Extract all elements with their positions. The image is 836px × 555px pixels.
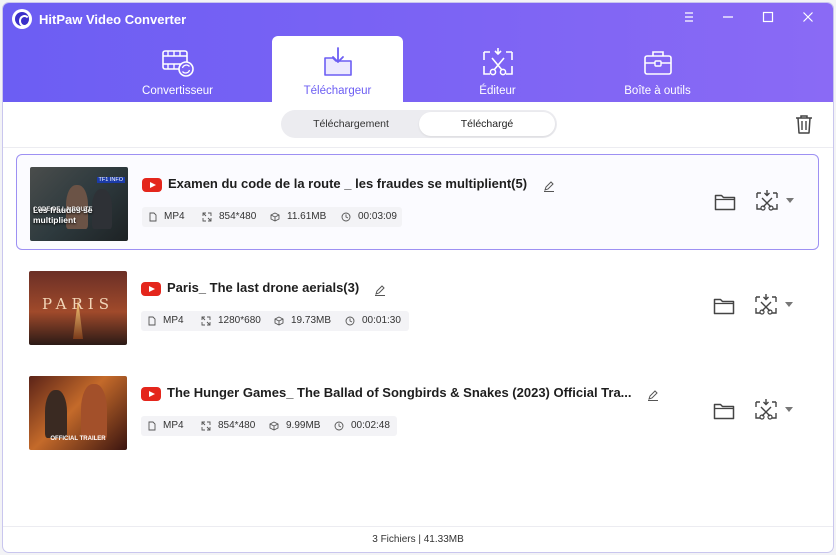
- tab-label: Convertisseur: [142, 85, 213, 97]
- video-resolution: 854*480: [219, 211, 257, 222]
- video-resolution: 1280*680: [218, 315, 261, 326]
- title-bar: HitPaw Video Converter: [3, 3, 833, 35]
- download-folder-icon: [323, 47, 352, 76]
- youtube-icon: [141, 282, 161, 296]
- video-title: Paris_ The last drone aerials(3): [167, 280, 360, 295]
- video-meta: MP4 1280*680 19.73MB 00:01:30: [141, 311, 409, 331]
- tab-label: Boîte à outils: [624, 85, 691, 97]
- edit-video-icon[interactable]: [754, 398, 778, 427]
- tab-convertisseur[interactable]: Convertisseur: [112, 36, 243, 102]
- segment-downloading[interactable]: Téléchargement: [283, 112, 419, 136]
- top-bar: HitPaw Video Converter Convertisseur Tél…: [3, 3, 833, 102]
- file-icon: [148, 421, 156, 431]
- video-format: MP4: [163, 420, 184, 431]
- video-title: The Hunger Games_ The Ballad of Songbird…: [167, 385, 632, 400]
- resolution-icon: [201, 316, 211, 326]
- video-meta: MP4 854*480 9.99MB 00:02:48: [141, 416, 397, 436]
- video-row-2[interactable]: PARIS Paris_ The last drone aerials(3) M…: [16, 259, 819, 355]
- video-thumbnail: TF1 INFO CODE DE LA ROUTE Les fraudes se…: [30, 167, 128, 241]
- clock-icon: [334, 421, 344, 431]
- video-thumbnail: OFFICIAL TRAILER: [29, 376, 127, 450]
- video-row-3[interactable]: OFFICIAL TRAILER The Hunger Games_ The B…: [16, 364, 819, 460]
- thumbnail-caption: Les fraudes se multiplient: [33, 205, 93, 225]
- thumbnail-caption: PARIS: [41, 295, 115, 313]
- folder-icon[interactable]: [713, 402, 735, 425]
- video-duration: 00:02:48: [351, 420, 390, 431]
- file-icon: [148, 316, 156, 326]
- tab-boite-a-outils[interactable]: Boîte à outils: [592, 36, 723, 102]
- thumbnail-caption: OFFICIAL TRAILER: [50, 436, 106, 442]
- toolbox-icon: [643, 51, 672, 75]
- video-meta: MP4 854*480 11.61MB 00:03:09: [142, 207, 402, 227]
- video-duration: 00:03:09: [358, 211, 397, 222]
- edit-video-icon[interactable]: [755, 189, 779, 218]
- file-icon: [149, 212, 157, 222]
- scissors-icon: [482, 48, 513, 76]
- chevron-down-icon[interactable]: [785, 407, 793, 412]
- tab-telechargeur[interactable]: Téléchargeur: [272, 36, 403, 102]
- status-bar: 3 Fichiers | 41.33MB: [3, 526, 833, 552]
- video-thumbnail: PARIS: [29, 271, 127, 345]
- thumbnail-badge: TF1 INFO: [96, 177, 125, 183]
- app-logo-icon: [12, 9, 32, 29]
- divider: [3, 147, 833, 148]
- download-status-toggle: Téléchargement Téléchargé: [281, 110, 557, 138]
- maximize-icon[interactable]: [756, 9, 780, 29]
- video-format: MP4: [163, 315, 184, 326]
- menu-icon[interactable]: [677, 9, 701, 29]
- clock-icon: [341, 212, 351, 222]
- video-size: 19.73MB: [291, 315, 332, 326]
- resolution-icon: [201, 421, 211, 431]
- resolution-icon: [202, 212, 212, 222]
- tab-editeur[interactable]: Éditeur: [432, 36, 563, 102]
- tab-label: Téléchargeur: [303, 85, 372, 97]
- video-row-1[interactable]: TF1 INFO CODE DE LA ROUTE Les fraudes se…: [16, 154, 819, 250]
- edit-icon[interactable]: [543, 179, 555, 197]
- trash-icon[interactable]: [793, 113, 815, 140]
- chevron-down-icon[interactable]: [785, 302, 793, 307]
- video-duration: 00:01:30: [362, 315, 401, 326]
- youtube-icon: [142, 178, 162, 192]
- video-format: MP4: [164, 211, 185, 222]
- edit-icon[interactable]: [374, 283, 386, 301]
- folder-icon[interactable]: [713, 297, 735, 320]
- size-icon: [274, 316, 284, 326]
- video-size: 11.61MB: [287, 211, 327, 222]
- size-icon: [270, 212, 280, 222]
- edit-video-icon[interactable]: [754, 293, 778, 322]
- folder-icon[interactable]: [714, 193, 736, 216]
- minimize-icon[interactable]: [716, 9, 740, 29]
- tab-label: Éditeur: [479, 85, 516, 97]
- app-title: HitPaw Video Converter: [39, 12, 187, 27]
- youtube-icon: [141, 387, 161, 401]
- video-size: 9.99MB: [286, 420, 321, 431]
- film-convert-icon: [161, 50, 194, 77]
- chevron-down-icon[interactable]: [786, 198, 794, 203]
- size-icon: [269, 421, 279, 431]
- video-resolution: 854*480: [218, 420, 256, 431]
- video-title: Examen du code de la route _ les fraudes…: [168, 176, 528, 191]
- app-window: HitPaw Video Converter Convertisseur Tél…: [3, 3, 833, 552]
- edit-icon[interactable]: [647, 388, 659, 406]
- segment-downloaded[interactable]: Téléchargé: [419, 112, 555, 136]
- close-icon[interactable]: [796, 9, 820, 29]
- clock-icon: [345, 316, 355, 326]
